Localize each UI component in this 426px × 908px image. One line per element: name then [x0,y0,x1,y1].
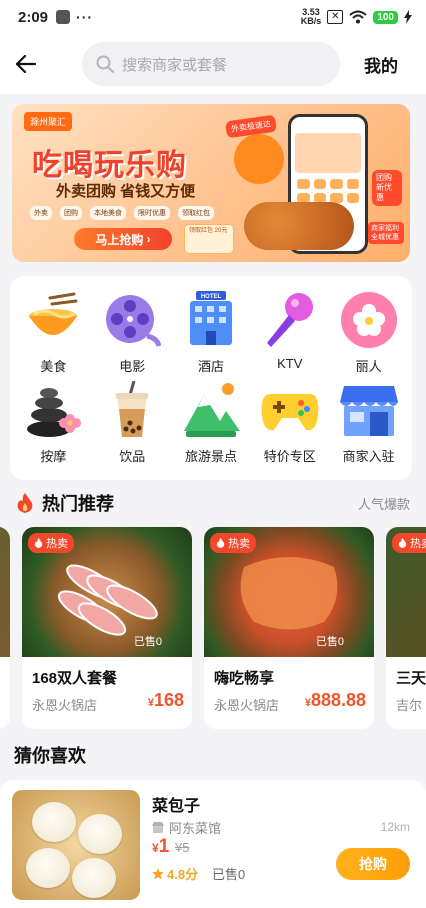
guess-item-image [12,790,140,900]
category-travel[interactable]: 旅游景点 [172,380,251,470]
guess-item-rating: 4.8分 [152,864,198,883]
category-specials[interactable]: 特价专区 [250,380,329,470]
fire-icon [17,493,33,513]
hot-carousel[interactable]: 热卖 已售0 168双人套餐 永恩火锅店 ¥168 热卖 已售0 嗨吃畅享 永恩… [0,527,426,731]
banner-subtitle: 外卖团购 省钱又方便 [56,183,196,200]
mountain-icon [181,380,241,440]
status-bar: 2:09 ··· 3.53 KB/s ✕ 100 [0,0,426,34]
category-beauty[interactable]: 丽人 [329,290,408,380]
back-button[interactable] [0,38,52,90]
fire-icon [216,538,225,548]
wifi-icon [349,10,367,24]
banner-headline: 吃喝玩乐购 [32,149,187,182]
food-illustration [244,202,354,250]
arrow-left-icon [16,55,36,73]
film-reel-icon [102,290,162,350]
microphone-icon [260,290,320,350]
fire-icon [34,538,43,548]
hot-card-shop: 永恩火锅店 [214,698,280,713]
category-massage[interactable]: 按摩 [14,380,93,470]
noodle-bowl-icon [23,290,83,350]
sold-count: 已售0 [133,636,162,648]
category-ktv[interactable]: KTV [250,290,329,380]
hot-card-price: ¥168 [147,690,184,710]
search-placeholder: 搜索商家或套餐 [122,56,228,74]
sim-icon: ✕ [327,10,344,24]
svg-text:HOTEL: HOTEL [201,294,222,300]
guess-item-shop: 阿东菜馆 [152,818,221,837]
banner-buy-button[interactable]: 马上抢购 › [74,228,172,250]
hot-badge: 热卖 [210,533,256,553]
spa-stones-icon [23,380,83,440]
guess-item-sold: 已售0 [212,867,246,882]
store-icon [152,821,164,833]
status-time: 2:09 [18,8,49,26]
more-notifications-icon: ··· [76,9,94,25]
category-movie[interactable]: 电影 [93,290,172,380]
search-input[interactable]: 搜索商家或套餐 [82,42,340,86]
flower-icon [339,290,399,350]
delivery-rider-illustration [234,134,284,184]
banner-tag-merchant: 商家福利全城优惠 [368,222,404,244]
star-icon [152,867,164,879]
bubble-tea-icon [102,380,162,440]
network-speed: 3.53 KB/s [300,7,322,26]
guess-item-distance: 12km [380,820,410,834]
gamepad-icon [260,380,320,440]
hot-card-price: ¥888.88 [304,690,366,710]
fire-icon [398,538,407,548]
notification-icon [56,10,71,24]
hot-badge: 热卖 [28,533,74,553]
storefront-icon [339,380,399,440]
banner-tag-group: 团购新优惠 [372,170,402,206]
banner-categories: 外卖 团购 本地美食 限时优惠 领取红包 [30,206,214,220]
hot-card-partial-right[interactable]: 热卖 三天 吉尔 [386,527,426,729]
category-grid: 美食 电影 HOTEL 酒店 KTV 丽人 按摩 饮品 旅游景点 特价专区 商家… [10,276,412,480]
hot-card[interactable]: 热卖 已售0 嗨吃畅享 永恩火锅店 ¥888.88 [204,527,374,729]
banner-tag-delivery: 外卖极速达 [225,114,277,139]
hot-card-shop: 永恩火锅店 [32,698,98,713]
promo-banner[interactable]: 滁州聚汇 吃喝玩乐购 外卖团购 省钱又方便 外卖 团购 本地美食 限时优惠 领取… [12,104,410,262]
search-icon [96,55,114,73]
hot-badge: 热卖 [392,533,426,553]
guess-item[interactable]: 菜包子 阿东菜馆 12km ¥1 ¥5 4.8分 已售0 抢购 [0,780,426,908]
battery-icon: 100 [373,10,398,24]
hot-card-name: 三天 [396,670,426,687]
category-merchant-join[interactable]: 商家入驻 [329,380,408,470]
hot-section-title: 热门推荐 [16,490,114,516]
banner-coupon: 领取红包 20元 [184,224,234,254]
hotel-icon: HOTEL [181,290,241,350]
hot-card[interactable]: 热卖 已售0 168双人套餐 永恩火锅店 ¥168 [22,527,192,729]
category-hotel[interactable]: HOTEL 酒店 [172,290,251,380]
guess-item-name: 菜包子 [152,798,201,815]
hot-card-name: 嗨吃畅享 [214,670,275,687]
hot-card-name: 168双人套餐 [32,670,118,687]
top-bar: 搜索商家或套餐 我的 [0,34,426,94]
guess-item-price: ¥1 [152,836,170,857]
buy-button[interactable]: 抢购 [336,848,410,880]
hot-more-link[interactable]: 人气爆款 [358,494,410,513]
charging-icon [404,10,412,24]
guess-item-original-price: ¥5 [175,840,190,855]
hot-card-partial-left[interactable] [0,527,10,729]
category-food[interactable]: 美食 [14,290,93,380]
category-drinks[interactable]: 饮品 [93,380,172,470]
sold-count: 已售0 [315,636,344,648]
guess-section-title: 猜你喜欢 [14,746,86,766]
hot-card-shop: 吉尔 [396,698,423,713]
mine-button[interactable]: 我的 [364,52,398,77]
banner-brand: 滁州聚汇 [24,112,73,131]
